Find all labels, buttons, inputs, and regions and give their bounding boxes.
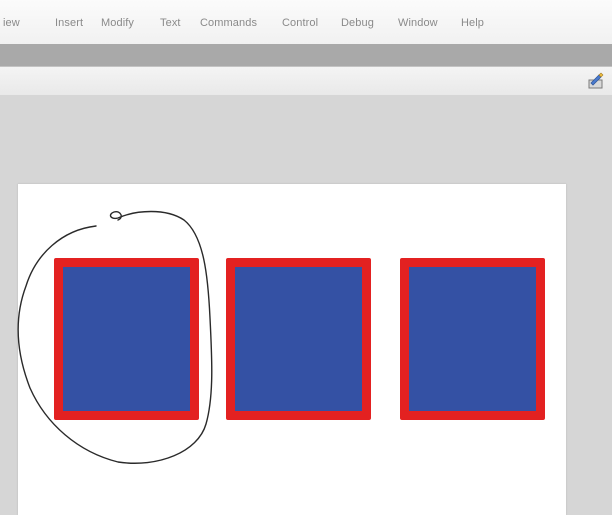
edit-bar bbox=[0, 66, 612, 96]
menu-bar: iew Insert Modify Text Commands Control … bbox=[0, 0, 612, 45]
symbol-box-3[interactable] bbox=[400, 258, 545, 420]
panel-band bbox=[0, 44, 612, 66]
menu-insert[interactable]: Insert bbox=[55, 17, 83, 29]
menu-commands[interactable]: Commands bbox=[200, 17, 257, 29]
edit-icon[interactable] bbox=[586, 71, 606, 91]
menu-text[interactable]: Text bbox=[160, 17, 181, 29]
symbol-box-1[interactable] bbox=[54, 258, 199, 420]
stage[interactable] bbox=[18, 184, 566, 515]
menu-control[interactable]: Control bbox=[282, 17, 318, 29]
symbol-box-2[interactable] bbox=[226, 258, 371, 420]
menu-view[interactable]: iew bbox=[3, 17, 20, 29]
menu-help[interactable]: Help bbox=[461, 17, 484, 29]
menu-window[interactable]: Window bbox=[398, 17, 438, 29]
menu-modify[interactable]: Modify bbox=[101, 17, 134, 29]
menu-debug[interactable]: Debug bbox=[341, 17, 374, 29]
